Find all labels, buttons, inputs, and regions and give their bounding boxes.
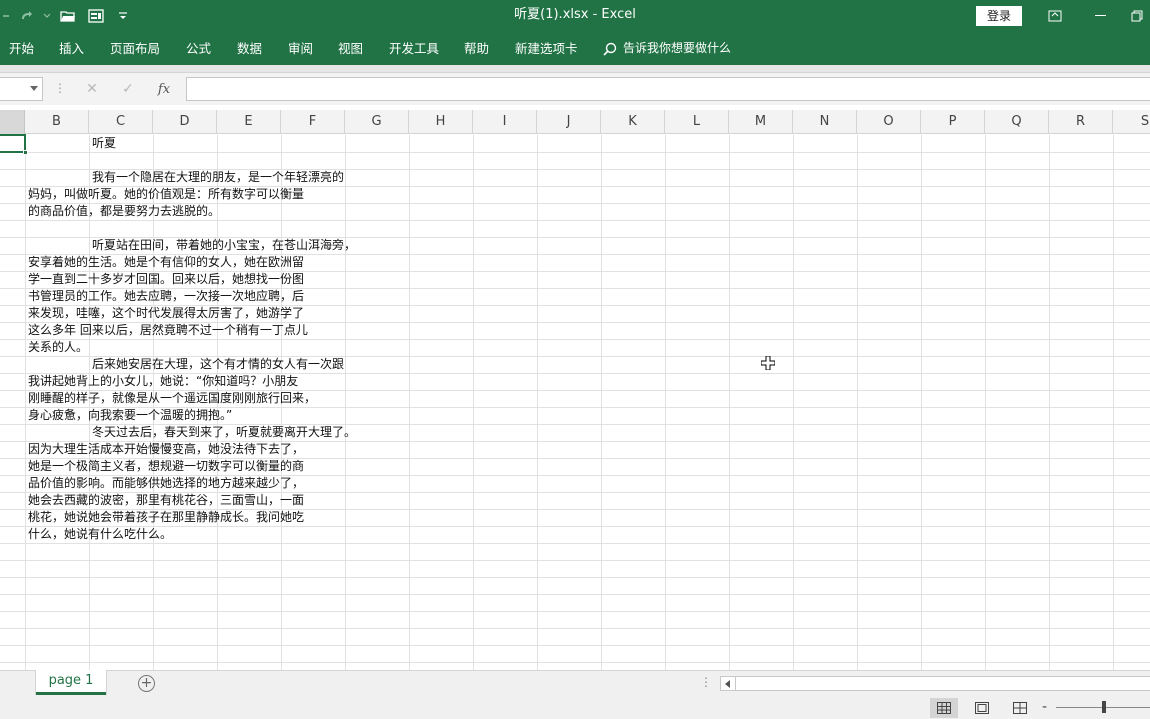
column-header[interactable]: H (409, 110, 473, 134)
cell-text-line: 听夏 (92, 136, 117, 150)
cell-text-line: 听夏站在田间，带着她的小宝宝，在苍山洱海旁， (92, 238, 357, 252)
column-header[interactable]: B (25, 110, 89, 134)
insert-function-icon[interactable]: fx (146, 82, 182, 97)
ribbon-collapsed-area (0, 65, 1150, 73)
formula-input[interactable] (186, 77, 1150, 101)
column-header-a[interactable] (0, 110, 25, 134)
tab-developer[interactable]: 开发工具 (389, 32, 439, 65)
redo-dropdown-icon[interactable] (40, 0, 54, 32)
normal-view-icon[interactable] (930, 698, 958, 718)
cell-text-line: 关系的人。 (28, 340, 89, 354)
column-header[interactable]: I (473, 110, 537, 134)
horizontal-scrollbar[interactable] (720, 676, 1150, 691)
column-header[interactable]: J (537, 110, 601, 134)
column-header[interactable]: G (345, 110, 409, 134)
customize-qat-icon[interactable] (110, 0, 136, 32)
cell-text-line: 她会去西藏的波密，那里有桃花谷，三面雪山，一面 (28, 493, 305, 507)
cell-cursor-icon (761, 356, 775, 370)
cell-text-line: 我有一个隐居在大理的朋友，是一个年轻漂亮的 (92, 170, 345, 184)
formula-bar-resize-handle[interactable]: ⋮ (54, 81, 66, 95)
restore-icon[interactable] (1124, 0, 1150, 32)
column-header[interactable]: D (153, 110, 217, 134)
form-icon[interactable] (82, 0, 110, 32)
formula-bar: ⋮ ✕ ✓ fx (0, 73, 1150, 105)
tab-view[interactable]: 视图 (338, 32, 363, 65)
cell-text-line: 安享着她的生活。她是个有信仰的女人，她在欧洲留 (28, 255, 305, 269)
redo-icon[interactable] (12, 0, 40, 32)
column-header[interactable]: E (217, 110, 281, 134)
cell-text-line: 书管理员的工作。她去应聘，一次接一次地应聘，后 (28, 289, 305, 303)
cell-text-line: 刚睡醒的样子，就像是从一个遥远国度刚刚旅行回来， (28, 391, 317, 405)
cell-text-line: 这么多年 回来以后，居然竟聘不过一个稍有一丁点儿 (28, 323, 308, 337)
zoom-slider-thumb[interactable] (1102, 701, 1106, 713)
cell-text-line: 身心疲惫，向我索要一个温暖的拥抱。” (28, 408, 233, 422)
tab-split-handle[interactable]: ⋮ (700, 675, 712, 689)
tab-home[interactable]: 开始 (9, 32, 34, 65)
tab-page-layout[interactable]: 页面布局 (110, 32, 160, 65)
cell-text-line: 妈妈，叫做听夏。她的价值观是：所有数字可以衡量 (28, 187, 305, 201)
minimize-icon[interactable] (1078, 0, 1124, 32)
column-header[interactable]: F (281, 110, 345, 134)
name-box[interactable] (0, 77, 43, 101)
fill-handle[interactable] (23, 150, 28, 155)
title-bar: 听夏(1).xlsx - Excel 登录 (0, 0, 1150, 32)
zoom-out-icon[interactable]: - (1042, 699, 1047, 715)
formula-buttons: ✕ ✓ fx (74, 77, 182, 101)
page-layout-view-icon[interactable] (968, 698, 996, 718)
cell-text-line: 我讲起她背上的小女儿，她说：“你知道吗？小朋友 (28, 374, 299, 388)
add-sheet-icon[interactable]: + (138, 675, 155, 692)
tell-me-search[interactable]: 告诉我你想要做什么 (603, 32, 731, 65)
ribbon-tabs: 开始 插入 页面布局 公式 数据 审阅 视图 开发工具 帮助 新建选项卡 告诉我… (0, 32, 1150, 65)
cell-text-line: 什么，她说有什么吃什么。 (28, 527, 173, 541)
column-header[interactable]: S (1113, 110, 1150, 134)
cell-area[interactable]: 听夏我有一个隐居在大理的朋友，是一个年轻漂亮的妈妈，叫做听夏。她的价值观是：所有… (0, 134, 1150, 670)
cell-text-line: 桃花，她说她会带着孩子在那里静静成长。我问她吃 (28, 510, 305, 524)
column-header[interactable]: O (857, 110, 921, 134)
cell-text-line: 后来她安居在大理，这个有才情的女人有一次跟 (92, 357, 345, 371)
search-icon (603, 42, 617, 56)
column-headers: B C D E F G H I J K L M N O P Q R S (0, 110, 1150, 134)
cell-text-line: 冬天过去后，春天到来了，听夏就要离开大理了。 (92, 425, 357, 439)
login-button[interactable]: 登录 (976, 6, 1022, 26)
column-header[interactable]: Q (985, 110, 1049, 134)
tab-insert[interactable]: 插入 (59, 32, 84, 65)
sheet-tab-bar: page 1 + ⋮ (0, 670, 1150, 697)
worksheet-grid[interactable]: B C D E F G H I J K L M N O P Q R S 听夏 我… (0, 105, 1150, 670)
column-header[interactable]: M (729, 110, 793, 134)
name-box-dropdown-icon[interactable] (30, 86, 38, 91)
tell-me-label: 告诉我你想要做什么 (623, 41, 732, 55)
ribbon-display-options-icon[interactable] (1032, 0, 1078, 32)
cell-text-line: 因为大理生活成本开始慢慢变高，她没法待下去了， (28, 442, 305, 456)
cell-text-line: 学一直到二十多岁才回国。回来以后，她想找一份图 (28, 272, 305, 286)
tab-review[interactable]: 审阅 (288, 32, 313, 65)
tab-help[interactable]: 帮助 (464, 32, 489, 65)
cell-text-line: 来发现，哇噻，这个时代发展得太厉害了，她游学了 (28, 306, 305, 320)
enter-icon[interactable]: ✓ (110, 81, 146, 97)
cell-text-line: 的商品价值，都是要努力去逃脱的。 (28, 204, 221, 218)
page-break-view-icon[interactable] (1006, 698, 1034, 718)
column-header[interactable]: L (665, 110, 729, 134)
open-folder-icon[interactable] (54, 0, 82, 32)
status-bar: - (0, 697, 1150, 719)
cell-text-line: 品价值的影响。而能够供她选择的地方越来越少了， (28, 476, 305, 490)
column-header[interactable]: N (793, 110, 857, 134)
tab-formulas[interactable]: 公式 (186, 32, 211, 65)
sheet-tab-page-1[interactable]: page 1 (36, 670, 106, 695)
column-header[interactable]: R (1049, 110, 1113, 134)
quick-access-toolbar (0, 0, 136, 32)
undo-icon[interactable] (0, 0, 12, 32)
scroll-left-icon[interactable] (721, 677, 736, 690)
tab-data[interactable]: 数据 (237, 32, 262, 65)
column-header[interactable]: C (89, 110, 153, 134)
cell-text-line: 她是一个极简主义者，想规避一切数字可以衡量的商 (28, 459, 305, 473)
cancel-icon[interactable]: ✕ (74, 81, 110, 97)
column-header[interactable]: P (921, 110, 985, 134)
tab-new-tab[interactable]: 新建选项卡 (515, 32, 578, 65)
column-header[interactable]: K (601, 110, 665, 134)
